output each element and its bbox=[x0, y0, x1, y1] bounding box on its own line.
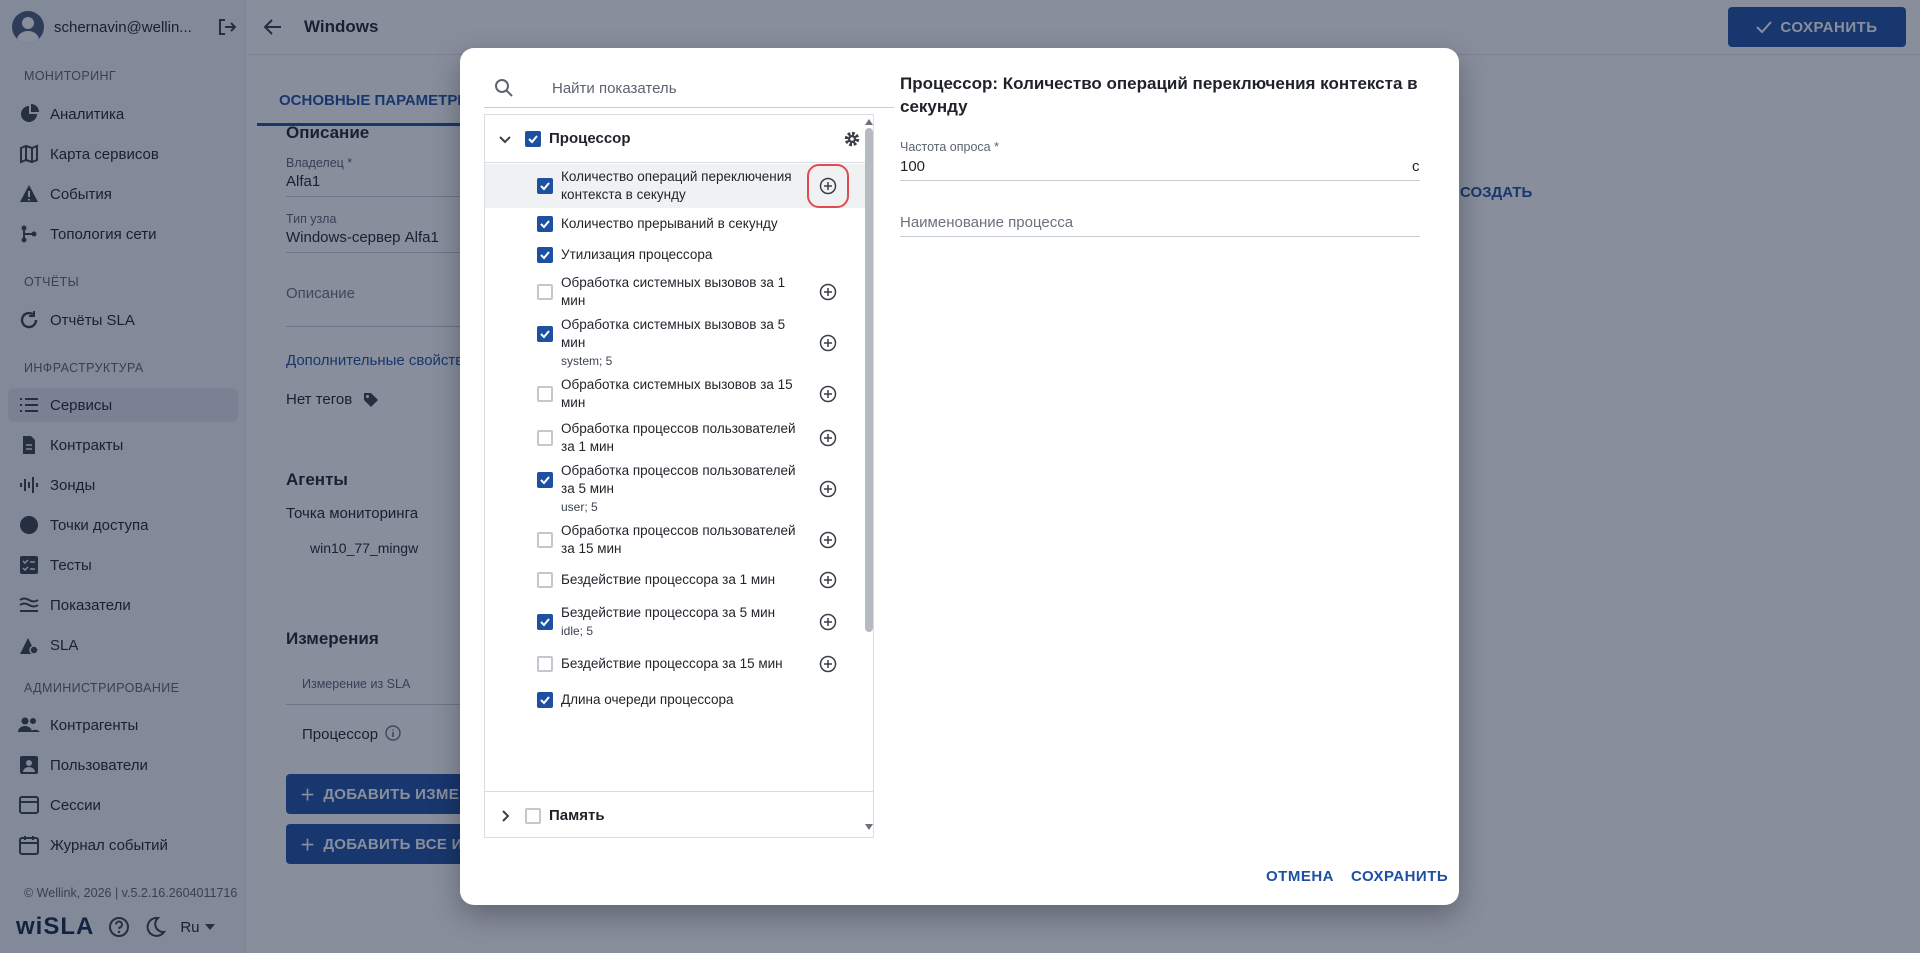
indicator-name: Обработка процессов пользователей за 15 … bbox=[561, 523, 796, 556]
group-row-cpu[interactable]: Процессор bbox=[485, 115, 873, 163]
scroll-down-arrow-icon[interactable] bbox=[864, 823, 874, 831]
indicator-row[interactable]: Обработка процессов пользователей за 15 … bbox=[485, 518, 873, 562]
indicator-checkbox[interactable] bbox=[537, 430, 553, 446]
scrollbar-thumb[interactable] bbox=[865, 128, 873, 632]
indicator-name: Обработка процессов пользователей за 5 м… bbox=[561, 463, 796, 496]
group-row-memory[interactable]: Память bbox=[485, 791, 873, 837]
indicator-label: Утилизация процессора bbox=[561, 246, 799, 264]
indicator-checkbox[interactable] bbox=[537, 247, 553, 263]
poll-frequency-label: Частота опроса * bbox=[900, 140, 999, 154]
indicator-checkbox[interactable] bbox=[537, 572, 553, 588]
indicator-label: Обработка системных вызовов за 1 мин bbox=[561, 274, 799, 310]
group-label-cpu: Процессор bbox=[549, 130, 631, 147]
indicator-checkbox[interactable] bbox=[537, 692, 553, 708]
indicator-params: system; 5 bbox=[561, 354, 613, 368]
indicator-checkbox[interactable] bbox=[537, 326, 553, 342]
indicator-name: Количество прерываний в секунду bbox=[561, 216, 778, 231]
process-name-underline bbox=[900, 236, 1420, 237]
indicator-checkbox[interactable] bbox=[537, 614, 553, 630]
indicator-label: Бездействие процессора за 1 мин bbox=[561, 571, 799, 589]
indicator-name: Бездействие процессора за 15 мин bbox=[561, 656, 783, 671]
add-circle-icon[interactable] bbox=[819, 429, 837, 447]
indicator-label: Количество прерываний в секунду bbox=[561, 215, 799, 233]
chevron-right-icon[interactable] bbox=[497, 808, 513, 824]
process-name-input[interactable]: Наименование процесса bbox=[900, 214, 1073, 231]
indicator-label: Обработка процессов пользователей за 15 … bbox=[561, 522, 799, 558]
indicator-label: Обработка системных вызовов за 15 мин bbox=[561, 376, 799, 412]
search-input[interactable] bbox=[550, 74, 880, 102]
poll-frequency-underline bbox=[900, 180, 1420, 181]
group-checkbox-cpu[interactable] bbox=[525, 130, 541, 147]
indicator-label: Бездействие процессора за 5 мин idle; 5 bbox=[561, 604, 799, 640]
indicator-row[interactable]: Обработка системных вызовов за 15 мин bbox=[485, 372, 873, 416]
indicator-row[interactable]: Длина очереди процессора bbox=[485, 682, 873, 718]
indicator-checkbox[interactable] bbox=[537, 284, 553, 300]
indicator-label: Обработка процессов пользователей за 1 м… bbox=[561, 420, 799, 456]
indicator-row[interactable]: Утилизация процессора bbox=[485, 239, 873, 270]
indicator-row[interactable]: Бездействие процессора за 15 мин bbox=[485, 646, 873, 682]
indicator-checkbox[interactable] bbox=[537, 472, 553, 488]
add-circle-icon[interactable] bbox=[819, 613, 837, 631]
indicator-label: Бездействие процессора за 15 мин bbox=[561, 655, 799, 673]
indicator-checkbox[interactable] bbox=[537, 178, 553, 194]
scroll-up-arrow-icon[interactable] bbox=[864, 118, 874, 126]
indicator-checkbox[interactable] bbox=[537, 656, 553, 672]
chevron-down-icon[interactable] bbox=[497, 131, 513, 147]
indicator-label: Обработка процессов пользователей за 5 м… bbox=[561, 462, 799, 516]
indicator-tree: Процессор Количество операций переключен… bbox=[484, 114, 874, 838]
indicator-name: Обработка системных вызовов за 5 мин bbox=[561, 317, 786, 350]
indicator-row[interactable]: Количество прерываний в секунду bbox=[485, 208, 873, 239]
indicator-row[interactable]: Обработка процессов пользователей за 5 м… bbox=[485, 460, 873, 518]
indicator-checkbox[interactable] bbox=[537, 386, 553, 402]
save-dialog-button[interactable]: СОХРАНИТЬ bbox=[1351, 868, 1448, 885]
indicator-params: idle; 5 bbox=[561, 624, 594, 638]
indicator-name: Обработка процессов пользователей за 1 м… bbox=[561, 421, 796, 454]
indicator-name: Утилизация процессора bbox=[561, 247, 713, 262]
add-circle-icon[interactable] bbox=[819, 480, 837, 498]
highlight-ring bbox=[807, 164, 849, 208]
indicator-row[interactable]: Обработка системных вызовов за 5 мин syst… bbox=[485, 314, 873, 372]
indicator-checkbox[interactable] bbox=[537, 532, 553, 548]
add-circle-icon[interactable] bbox=[819, 385, 837, 403]
search-box bbox=[484, 68, 894, 108]
add-circle-icon[interactable] bbox=[819, 334, 837, 352]
indicator-name: Бездействие процессора за 1 мин bbox=[561, 572, 776, 587]
indicator-label: Длина очереди процессора bbox=[561, 691, 799, 709]
poll-frequency-input[interactable]: 100 bbox=[900, 158, 925, 175]
poll-frequency-unit: с bbox=[1412, 158, 1420, 175]
indicator-name: Обработка системных вызовов за 15 мин bbox=[561, 377, 793, 410]
add-circle-icon[interactable] bbox=[819, 655, 837, 673]
indicator-name: Бездействие процессора за 5 мин bbox=[561, 605, 776, 620]
indicator-row[interactable]: Обработка системных вызовов за 1 мин bbox=[485, 270, 873, 314]
indicator-label: Обработка системных вызовов за 5 мин syst… bbox=[561, 316, 799, 370]
indicator-row[interactable]: Количество операций переключения контекс… bbox=[485, 164, 873, 208]
add-circle-icon[interactable] bbox=[819, 531, 837, 549]
group-checkbox-memory[interactable] bbox=[525, 807, 541, 824]
group-label-memory: Память bbox=[549, 807, 605, 824]
indicator-row[interactable]: Бездействие процессора за 1 мин bbox=[485, 562, 873, 598]
indicator-name: Количество операций переключения контекс… bbox=[561, 169, 792, 202]
gear-icon[interactable] bbox=[843, 130, 861, 148]
indicator-name: Обработка системных вызовов за 1 мин bbox=[561, 275, 786, 308]
indicator-row[interactable]: Обработка процессов пользователей за 1 м… bbox=[485, 416, 873, 460]
indicator-label: Количество операций переключения контекс… bbox=[561, 168, 799, 204]
add-circle-icon[interactable] bbox=[819, 571, 837, 589]
cancel-button[interactable]: ОТМЕНА bbox=[1266, 868, 1334, 885]
indicator-picker-dialog: Процессор Количество операций переключен… bbox=[460, 48, 1459, 905]
search-icon bbox=[494, 78, 514, 98]
add-circle-icon[interactable] bbox=[819, 283, 837, 301]
detail-title: Процессор: Количество операций переключе… bbox=[900, 74, 1418, 116]
indicator-params: user; 5 bbox=[561, 500, 598, 514]
indicator-name: Длина очереди процессора bbox=[561, 692, 734, 707]
indicator-checkbox[interactable] bbox=[537, 216, 553, 232]
indicator-row[interactable]: Бездействие процессора за 5 мин idle; 5 bbox=[485, 598, 873, 646]
